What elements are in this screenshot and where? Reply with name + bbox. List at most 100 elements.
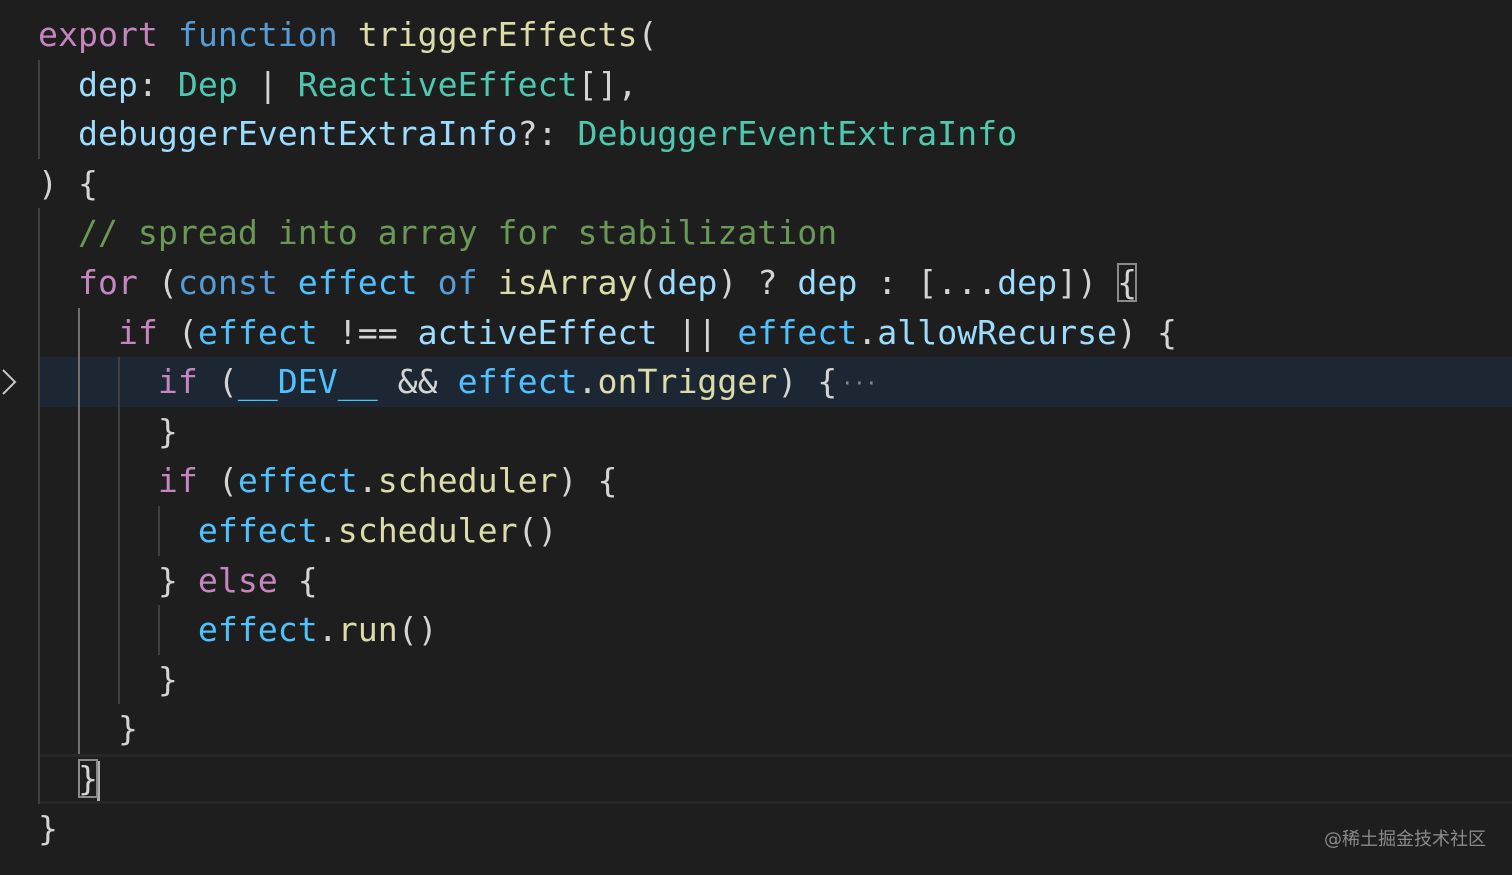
- code-line[interactable]: effect.run(): [0, 605, 1512, 655]
- line-content: export function triggerEffects(: [38, 10, 657, 60]
- code-token: DebuggerEventExtraInfo: [577, 114, 1018, 154]
- code-token: ]): [1057, 263, 1118, 302]
- indent-guide: [158, 605, 160, 655]
- code-token: allowRecurse: [877, 312, 1118, 352]
- text-cursor: [96, 760, 100, 801]
- code-token: of: [437, 263, 478, 302]
- code-token: scheduler: [337, 511, 518, 550]
- code-line[interactable]: }: [0, 804, 1512, 854]
- code-token: for: [77, 263, 138, 302]
- code-line[interactable]: }: [0, 754, 1512, 804]
- code-line[interactable]: effect.scheduler(): [0, 506, 1512, 556]
- code-token: .: [357, 461, 378, 501]
- code-token: (: [637, 15, 658, 54]
- line-content: effect.run(): [38, 605, 438, 655]
- line-content: dep: Dep | ReactiveEffect[],: [38, 60, 638, 110]
- code-token: ) {: [1117, 312, 1177, 352]
- line-content: }: [38, 655, 178, 705]
- code-token: debuggerEventExtraInfo: [77, 114, 518, 154]
- line-content: effect.scheduler(): [38, 506, 558, 556]
- code-token: &&: [377, 362, 458, 402]
- code-token: const: [177, 263, 278, 302]
- code-editor[interactable]: export function triggerEffects( dep: Dep…: [0, 0, 1512, 875]
- code-line[interactable]: }: [0, 655, 1512, 705]
- code-token: .: [577, 362, 598, 402]
- line-content: }: [38, 407, 178, 457]
- code-token: }: [157, 560, 198, 600]
- matching-bracket: }: [77, 759, 98, 798]
- code-token: effect: [297, 263, 418, 302]
- code-token: ?:: [517, 114, 578, 154]
- code-token: triggerEffects: [357, 15, 638, 54]
- code-token: }: [157, 411, 178, 451]
- line-content: debuggerEventExtraInfo?: DebuggerEventEx…: [38, 109, 1017, 159]
- code-line[interactable]: export function triggerEffects(: [0, 10, 1512, 60]
- code-token: if: [117, 312, 158, 352]
- code-token: ) {: [38, 163, 98, 203]
- code-token: Dep: [177, 64, 238, 104]
- chevron-right-icon[interactable]: [0, 362, 18, 402]
- code-line[interactable]: // spread into array for stabilization: [0, 208, 1512, 258]
- code-token: effect: [197, 610, 318, 650]
- code-token: (): [397, 610, 438, 650]
- line-content: }: [38, 754, 100, 804]
- code-line[interactable]: debuggerEventExtraInfo?: DebuggerEventEx…: [0, 109, 1512, 159]
- code-line[interactable]: ) {: [0, 159, 1512, 209]
- code-token: }: [117, 709, 138, 749]
- code-line[interactable]: }: [0, 407, 1512, 457]
- line-content: if (__DEV__ && effect.onTrigger) {···: [38, 357, 878, 408]
- code-line[interactable]: } else {: [0, 556, 1512, 606]
- code-line[interactable]: dep: Dep | ReactiveEffect[],: [0, 60, 1512, 110]
- code-token: !==: [317, 312, 418, 352]
- indent-guide: [38, 208, 40, 804]
- code-token: ) {: [557, 461, 618, 501]
- code-token: (): [517, 511, 558, 550]
- code-token: dep: [657, 263, 718, 302]
- line-content: if (effect !== activeEffect || effect.al…: [38, 308, 1177, 358]
- code-token: dep: [997, 263, 1058, 302]
- code-line[interactable]: if (effect !== activeEffect || effect.al…: [0, 308, 1512, 358]
- code-token: |: [237, 64, 298, 104]
- code-token: dep: [797, 263, 858, 302]
- code-token: effect: [197, 312, 318, 352]
- code-token: isArray: [497, 263, 638, 302]
- code-token: effect: [197, 511, 318, 550]
- folded-region-ellipsis[interactable]: ···: [841, 371, 877, 395]
- code-token: effect: [237, 461, 358, 501]
- code-token: run: [337, 610, 398, 650]
- code-line[interactable]: }: [0, 704, 1512, 754]
- line-content: // spread into array for stabilization: [38, 208, 837, 258]
- code-token: __DEV__: [237, 362, 378, 402]
- code-line[interactable]: for (const effect of isArray(dep) ? dep …: [0, 258, 1512, 308]
- line-content: }: [38, 704, 138, 754]
- code-token: (: [137, 263, 178, 302]
- code-token: activeEffect: [417, 312, 658, 352]
- code-token: .: [317, 610, 338, 650]
- code-token: (: [157, 312, 198, 352]
- indent-guide: [118, 357, 120, 705]
- code-token: function: [177, 15, 338, 54]
- current-line-border: [38, 754, 1512, 804]
- indent-guide: [78, 307, 80, 754]
- code-token: effect: [737, 312, 858, 352]
- code-line[interactable]: if (effect.scheduler) {: [0, 456, 1512, 506]
- code-token: .: [317, 511, 338, 550]
- code-token: effect: [457, 362, 578, 402]
- line-content: for (const effect of isArray(dep) ? dep …: [38, 258, 1138, 308]
- code-token: .: [857, 312, 878, 352]
- code-line[interactable]: if (__DEV__ && effect.onTrigger) {···: [0, 357, 1512, 407]
- line-content: if (effect.scheduler) {: [38, 456, 618, 506]
- code-token: : [...: [857, 263, 998, 302]
- matching-bracket: {: [1117, 263, 1138, 302]
- code-token: export: [38, 15, 158, 54]
